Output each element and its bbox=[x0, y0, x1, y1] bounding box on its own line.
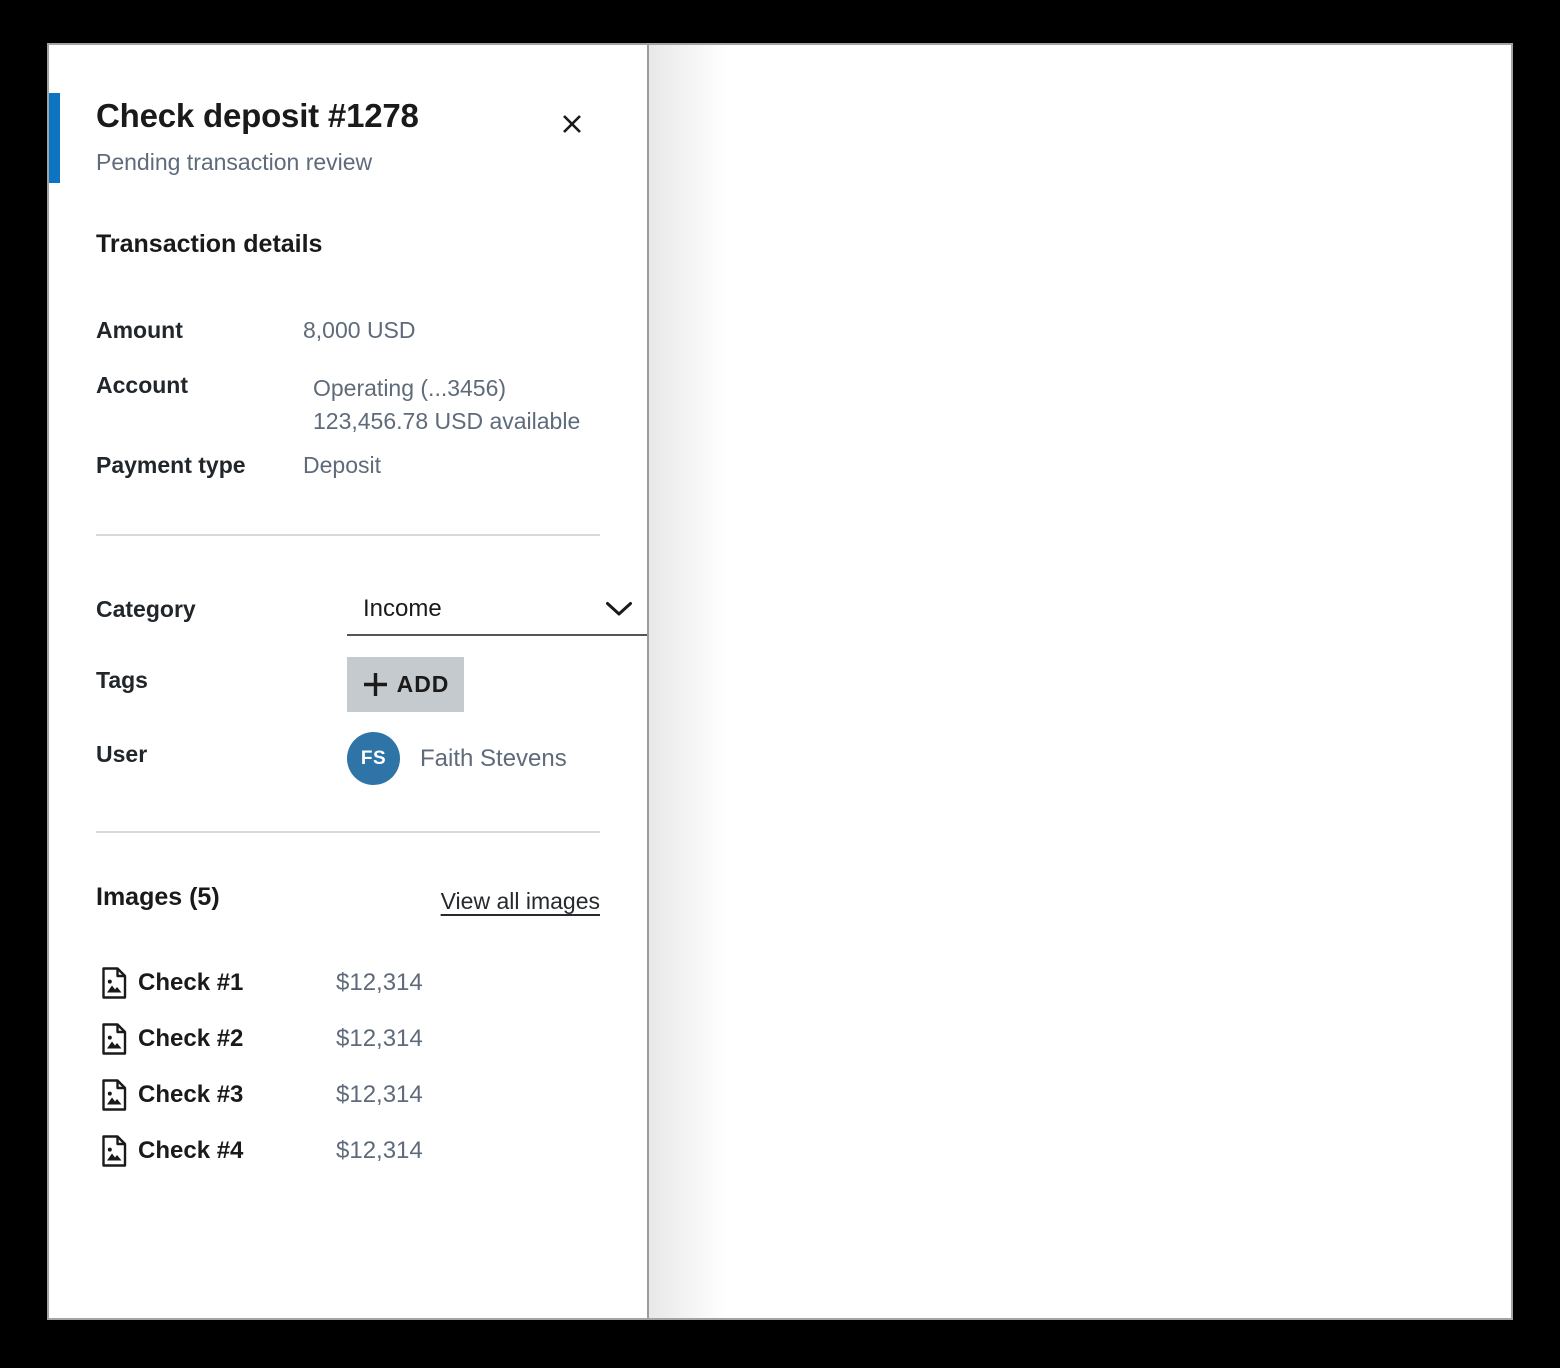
payment-type-row: Payment type Deposit bbox=[96, 452, 600, 479]
account-label: Account bbox=[96, 372, 303, 399]
image-label: Check #4 bbox=[138, 1137, 336, 1165]
image-label: Check #3 bbox=[138, 1081, 336, 1109]
section-divider bbox=[96, 534, 600, 536]
list-item-check-4[interactable]: Check #4 $12,314 bbox=[96, 1130, 600, 1172]
category-label: Category bbox=[96, 596, 303, 623]
image-file-icon bbox=[97, 966, 131, 1000]
category-row: Category Income bbox=[96, 596, 600, 623]
category-selected-value: Income bbox=[363, 595, 605, 623]
category-select[interactable]: Income bbox=[347, 584, 647, 636]
accent-bar bbox=[49, 93, 60, 183]
list-item-check-1[interactable]: Check #1 $12,314 bbox=[96, 962, 600, 1004]
section-divider bbox=[96, 831, 600, 833]
add-tag-label: ADD bbox=[397, 671, 450, 698]
image-label: Check #1 bbox=[138, 969, 336, 997]
drawer-shadow bbox=[649, 45, 727, 1318]
amount-label: Amount bbox=[96, 317, 303, 344]
user-name: Faith Stevens bbox=[420, 745, 567, 773]
account-balance: 123,456.78 USD available bbox=[313, 405, 580, 438]
chevron-down-icon bbox=[605, 601, 633, 618]
images-heading: Images (5) bbox=[96, 883, 220, 912]
account-name: Operating (...3456) bbox=[313, 372, 580, 405]
app-window: Check deposit #1278 Pending transaction … bbox=[47, 43, 1513, 1320]
image-file-icon bbox=[97, 1078, 131, 1112]
close-icon bbox=[556, 108, 588, 140]
user-label: User bbox=[96, 741, 303, 768]
status-text: Pending transaction review bbox=[96, 149, 372, 176]
image-amount: $12,314 bbox=[336, 969, 423, 997]
tags-label: Tags bbox=[96, 667, 303, 694]
list-item-check-3[interactable]: Check #3 $12,314 bbox=[96, 1074, 600, 1116]
transaction-details-heading: Transaction details bbox=[96, 230, 322, 259]
page-title: Check deposit #1278 bbox=[96, 97, 419, 135]
close-button[interactable] bbox=[549, 101, 595, 147]
payment-type-value: Deposit bbox=[303, 452, 381, 479]
plus-icon bbox=[362, 671, 389, 698]
image-amount: $12,314 bbox=[336, 1081, 423, 1109]
tags-row: Tags ADD bbox=[96, 667, 600, 694]
list-item-check-2[interactable]: Check #2 $12,314 bbox=[96, 1018, 600, 1060]
amount-row: Amount 8,000 USD bbox=[96, 317, 600, 344]
main-content-area bbox=[649, 45, 1511, 1318]
image-amount: $12,314 bbox=[336, 1025, 423, 1053]
account-value: Operating (...3456) 123,456.78 USD avail… bbox=[313, 372, 580, 438]
image-file-icon bbox=[97, 1134, 131, 1168]
user-row: User FS Faith Stevens bbox=[96, 741, 600, 768]
avatar: FS bbox=[347, 732, 400, 785]
add-tag-button[interactable]: ADD bbox=[347, 657, 464, 712]
amount-value: 8,000 USD bbox=[303, 317, 416, 344]
image-amount: $12,314 bbox=[336, 1137, 423, 1165]
account-row: Account Operating (...3456) 123,456.78 U… bbox=[96, 372, 600, 438]
image-label: Check #2 bbox=[138, 1025, 336, 1053]
payment-type-label: Payment type bbox=[96, 452, 303, 479]
transaction-detail-drawer: Check deposit #1278 Pending transaction … bbox=[49, 45, 647, 1318]
view-all-images-link[interactable]: View all images bbox=[300, 888, 600, 915]
image-file-icon bbox=[97, 1022, 131, 1056]
